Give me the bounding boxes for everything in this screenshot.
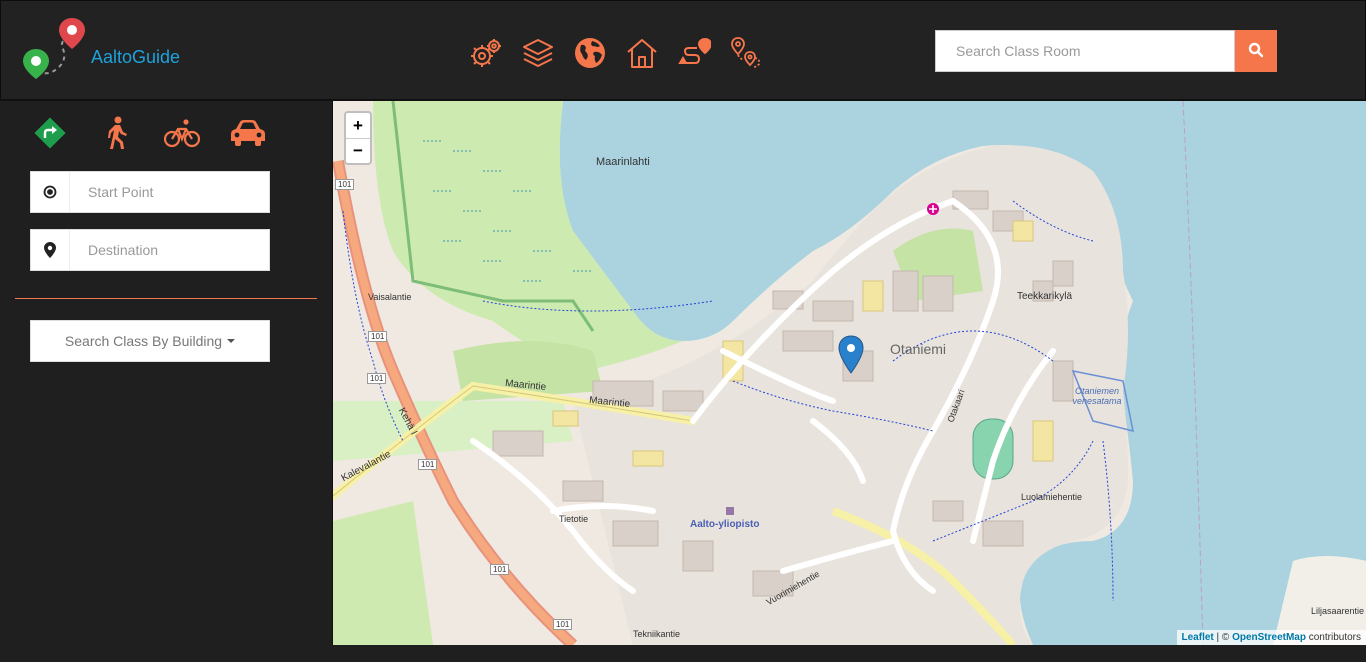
map-pins-icon[interactable] (728, 35, 764, 71)
map-label: Luolamiehentie (1021, 492, 1083, 502)
route-icon[interactable] (676, 35, 712, 71)
destination-field (30, 229, 270, 271)
road-shield: 101 (368, 331, 388, 342)
map-label: Teekkarikylä (1017, 291, 1073, 302)
map-marker-icon (31, 230, 70, 270)
logo-icon[interactable] (19, 15, 89, 85)
gears-icon[interactable] (468, 35, 504, 71)
directions-icon[interactable] (30, 113, 70, 153)
road-shield: 101 (418, 459, 438, 470)
target-icon (31, 172, 70, 212)
map-view[interactable]: Maarinlahti Otaniemi Teekkarikylä Maarin… (332, 101, 1366, 645)
layers-icon[interactable] (520, 35, 556, 71)
search-button[interactable] (1235, 30, 1277, 72)
zoom-out-button[interactable]: − (346, 138, 370, 163)
zoom-control: + − (344, 111, 372, 165)
map-attribution: Leaflet | © OpenStreetMap contributors (1176, 630, 1366, 645)
attribution-tail: contributors (1305, 632, 1361, 643)
attribution-separator: | © (1213, 632, 1233, 643)
road-shield: 101 (490, 564, 510, 575)
search-icon (1248, 42, 1264, 61)
start-point-input[interactable] (70, 172, 269, 212)
bottom-bar (0, 645, 1366, 662)
destination-input[interactable] (70, 230, 269, 270)
map-label: Tietotie (559, 514, 589, 524)
sidebar: Search Class By Building (0, 101, 332, 662)
road-shield: 101 (335, 179, 355, 190)
zoom-in-button[interactable]: + (346, 113, 370, 138)
building-dropdown[interactable]: Search Class By Building (30, 320, 270, 362)
start-point-field (30, 171, 270, 213)
map-label: Tekniikantie (633, 629, 681, 639)
walking-icon[interactable] (96, 113, 136, 153)
road-shield: 101 (553, 619, 573, 630)
map-label: Vaisalantie (368, 292, 412, 302)
building-dropdown-label: Search Class By Building (64, 333, 223, 349)
map-label: Aalto-yliopisto (690, 519, 760, 530)
map-label: Otaniemen venesatama (1072, 386, 1122, 406)
home-icon[interactable] (624, 35, 660, 71)
leaflet-link[interactable]: Leaflet (1182, 632, 1214, 643)
globe-icon[interactable] (572, 35, 608, 71)
app-header: AaltoGuide (0, 0, 1366, 101)
search-input[interactable] (935, 30, 1235, 72)
osm-link[interactable]: OpenStreetMap (1232, 632, 1306, 643)
car-icon[interactable] (228, 113, 268, 153)
map-tiles (333, 101, 1366, 645)
map-label: Maarinlahti (596, 156, 650, 168)
bicycle-icon[interactable] (162, 113, 202, 153)
divider (15, 298, 317, 299)
map-label: Liljasaarentie (1311, 606, 1365, 616)
caret-down-icon (227, 339, 236, 343)
travel-modes (30, 113, 280, 153)
brand-name[interactable]: AaltoGuide (91, 47, 180, 68)
toolbar (468, 35, 764, 75)
road-shield: 101 (367, 373, 387, 384)
map-label: Otaniemi (890, 341, 947, 357)
classroom-search (935, 30, 1277, 72)
